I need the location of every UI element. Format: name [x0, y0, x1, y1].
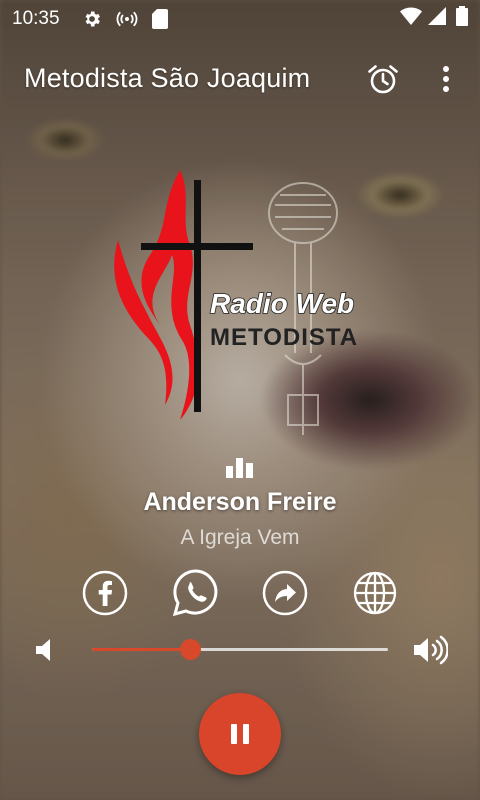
- more-vert-icon[interactable]: [434, 64, 458, 94]
- volume-slider[interactable]: [92, 639, 388, 660]
- gear-icon: [82, 9, 102, 29]
- alarm-icon[interactable]: [366, 62, 400, 96]
- logo-line-2: Metodista: [210, 324, 358, 351]
- broadcast-icon: [116, 10, 138, 28]
- app-title: Metodista São Joaquim: [24, 62, 311, 93]
- volume-slider-thumb[interactable]: [179, 639, 201, 660]
- song-title: A Igreja Vem: [180, 526, 300, 549]
- share-icon[interactable]: [262, 570, 308, 616]
- volume-high-icon[interactable]: [412, 634, 449, 666]
- status-time: 10:35: [12, 8, 60, 29]
- battery-icon: [456, 6, 468, 32]
- artist-name: Anderson Freire: [143, 488, 337, 516]
- sd-card-icon: [151, 9, 168, 29]
- pause-icon: [228, 724, 252, 744]
- wifi-icon: [400, 7, 422, 31]
- whatsapp-icon[interactable]: [172, 568, 220, 618]
- cross-icon: [194, 180, 201, 412]
- facebook-icon[interactable]: [82, 570, 128, 616]
- status-bar: 10:35: [0, 0, 480, 38]
- equalizer-icon: [226, 458, 254, 478]
- logo-line-1: Radio Web: [210, 288, 354, 319]
- app-bar: Metodista São Joaquim: [0, 50, 480, 106]
- pause-button[interactable]: [199, 693, 281, 775]
- globe-icon[interactable]: [352, 570, 398, 616]
- station-logo: Radio Web Metodista: [110, 165, 390, 440]
- volume-low-icon[interactable]: [34, 636, 54, 664]
- volume-slider-fill: [92, 648, 190, 651]
- signal-icon: [428, 7, 446, 31]
